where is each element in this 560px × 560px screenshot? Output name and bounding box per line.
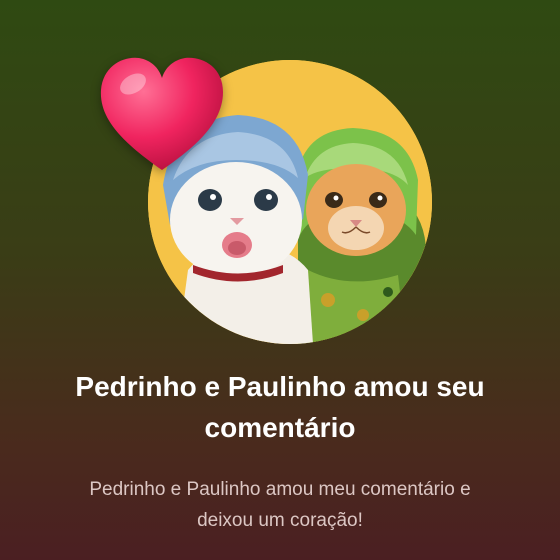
- love-reaction-notification: Pedrinho e Paulinho amou seu comentário …: [0, 0, 560, 560]
- notification-message: Pedrinho e Paulinho amou meu comentário …: [89, 479, 471, 531]
- notification-title: Pedrinho e Paulinho amou seu comentário: [75, 371, 485, 443]
- heart-icon: [100, 57, 223, 170]
